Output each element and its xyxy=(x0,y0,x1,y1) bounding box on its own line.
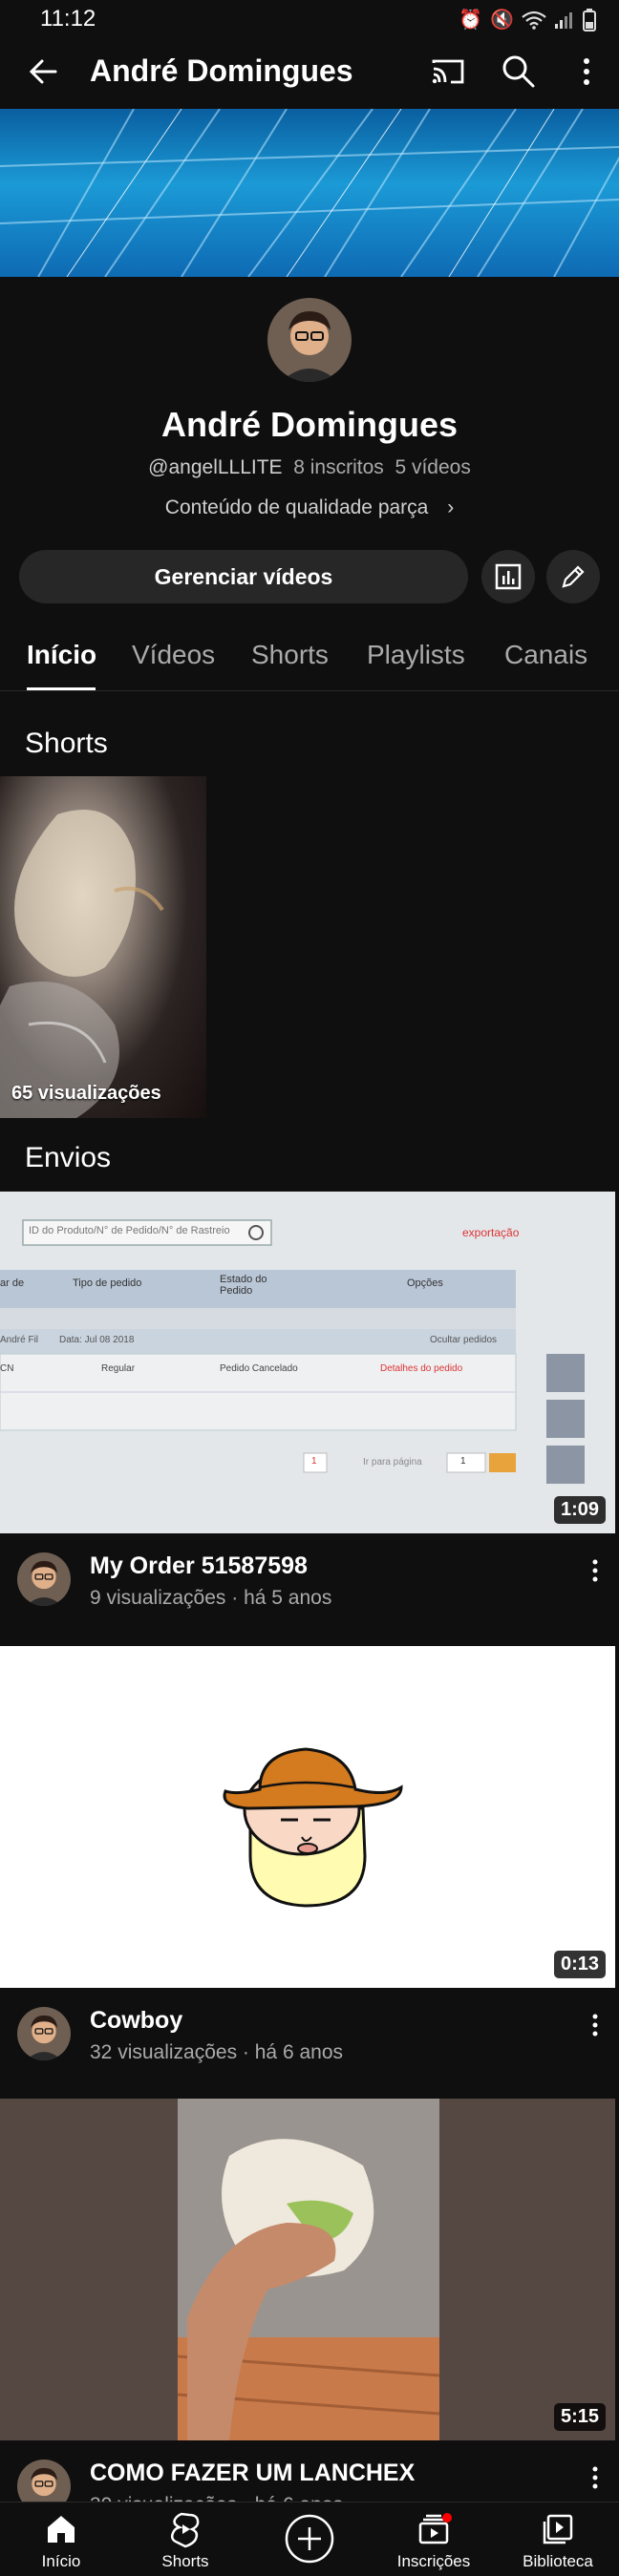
nav-biblioteca[interactable]: Biblioteca xyxy=(501,2502,615,2576)
video-channel-avatar[interactable] xyxy=(17,2007,71,2060)
app-bar: André Domingues xyxy=(0,38,619,107)
thumb1-col-left: ar de xyxy=(0,1277,25,1289)
video-duration: 1:09 xyxy=(553,1496,606,1524)
bottom-navigation: Início Shorts Inscrições Biblioteca xyxy=(0,2502,619,2576)
thumb1-page-input: 1 xyxy=(460,1456,466,1467)
cast-icon[interactable] xyxy=(428,52,468,92)
video-duration: 5:15 xyxy=(553,2403,606,2431)
short-views: 65 visualizações xyxy=(11,1083,161,1104)
alarm-icon: ⏰ xyxy=(459,10,483,31)
video-more-icon[interactable] xyxy=(587,1556,604,1585)
thumb1-col-options: Opções xyxy=(407,1277,443,1289)
video-thumbnail-3[interactable]: 5:15 xyxy=(0,2099,615,2440)
nav-label: Biblioteca xyxy=(523,2552,593,2570)
nav-label: Shorts xyxy=(161,2552,209,2570)
video-thumbnail-1[interactable]: ID do Produto/N° de Pedido/N° de Rastrei… xyxy=(0,1192,615,1533)
video-subtitle: 9 visualizações · há 5 anos xyxy=(90,1587,332,1609)
home-icon xyxy=(48,2516,75,2543)
tab-inicio[interactable]: Início xyxy=(27,640,96,670)
thumb1-export-text: exportação xyxy=(462,1226,520,1239)
status-icons: ⏰ 🔇 xyxy=(459,8,596,32)
thumb1-cell-cancel: Pedido Cancelado xyxy=(220,1363,298,1374)
thumb1-search-text: ID do Produto/N° de Pedido/N° de Rastrei… xyxy=(29,1225,230,1236)
nav-label: Inscrições xyxy=(396,2552,471,2570)
nav-inicio[interactable]: Início xyxy=(4,2502,118,2576)
analytics-button[interactable] xyxy=(481,550,535,603)
video-thumbnail-1-image xyxy=(0,1192,615,1533)
video-title[interactable]: My Order 51587598 xyxy=(90,1552,308,1580)
active-tab-indicator xyxy=(27,687,96,690)
chevron-right-icon: › xyxy=(447,496,455,518)
subscriptions-icon xyxy=(418,2513,452,2544)
tab-videos[interactable]: Vídeos xyxy=(132,640,215,670)
shorts-icon xyxy=(170,2512,200,2548)
tab-playlists[interactable]: Playlists xyxy=(367,640,465,670)
video-more-icon[interactable] xyxy=(587,2463,604,2492)
video-info-1[interactable]: My Order 51587598 9 visualizações · há 5… xyxy=(0,1543,619,1629)
mute-icon: 🔇 xyxy=(490,10,514,31)
thumb1-col-type: Tipo de pedido xyxy=(73,1277,142,1289)
channel-stats: @angelLLLITE 8 inscritos 5 vídeos xyxy=(0,456,619,479)
short-thumbnail-image xyxy=(0,810,164,1118)
video-count: 5 vídeos xyxy=(395,456,471,478)
analytics-icon xyxy=(495,563,522,590)
page-title: André Domingues xyxy=(90,53,353,88)
video-subtitle: 32 visualizações · há 6 anos xyxy=(90,2041,343,2063)
thumb1-goto: Ir para página xyxy=(363,1457,422,1467)
status-bar: 11:12 ⏰ 🔇 xyxy=(0,0,619,38)
nav-inscricoes[interactable]: Inscrições xyxy=(376,2502,491,2576)
channel-tabs: Início Vídeos Shorts Playlists Canais xyxy=(0,634,619,691)
video-title[interactable]: Cowboy xyxy=(90,2007,182,2035)
library-icon xyxy=(543,2514,573,2544)
thumb1-cell-details: Detalhes do pedido xyxy=(380,1363,463,1374)
shorts-section-title: Shorts xyxy=(25,728,108,759)
video-thumbnail-2-image xyxy=(0,1646,615,1988)
wifi-icon xyxy=(522,11,546,30)
manage-videos-label: Gerenciar vídeos xyxy=(154,563,333,589)
tab-shorts[interactable]: Shorts xyxy=(251,640,329,670)
back-arrow-icon[interactable] xyxy=(23,52,63,92)
video-duration: 0:13 xyxy=(553,1951,606,1978)
banner-pattern xyxy=(0,109,619,277)
signal-icon xyxy=(555,11,572,29)
nav-label: Início xyxy=(41,2552,81,2570)
video-info-2[interactable]: Cowboy 32 visualizações · há 6 anos xyxy=(0,1997,619,2083)
more-options-icon[interactable] xyxy=(569,52,604,92)
video-more-icon[interactable] xyxy=(587,2011,604,2039)
thumb1-cell-regular: Regular xyxy=(101,1363,136,1374)
battery-icon xyxy=(583,8,596,32)
create-icon xyxy=(285,2514,334,2564)
subscriber-count: 8 inscritos xyxy=(293,456,384,478)
channel-name: André Domingues xyxy=(160,405,459,444)
channel-description-text: Conteúdo de qualidade parça xyxy=(164,496,429,518)
video-thumbnail-2[interactable]: 0:13 xyxy=(0,1646,615,1988)
nav-create[interactable] xyxy=(252,2502,367,2576)
channel-banner xyxy=(0,109,619,277)
edit-channel-button[interactable] xyxy=(546,550,600,603)
thumb1-col-state: Estado do Pedido xyxy=(220,1274,267,1297)
channel-description[interactable]: Conteúdo de qualidade parça › xyxy=(0,496,619,519)
thumb1-row-date: Data: Jul 08 2018 xyxy=(59,1335,135,1345)
thumb1-row-name: André Fil xyxy=(0,1335,39,1345)
short-thumbnail[interactable]: 65 visualizações xyxy=(0,776,206,1118)
video-title[interactable]: COMO FAZER UM LANCHEX xyxy=(90,2460,415,2487)
status-time: 11:12 xyxy=(40,6,96,32)
manage-videos-button[interactable]: Gerenciar vídeos xyxy=(19,550,468,603)
channel-avatar[interactable] xyxy=(267,298,352,382)
channel-handle: @angelLLLITE xyxy=(148,456,283,478)
thumb1-page: 1 xyxy=(311,1456,317,1467)
pencil-icon xyxy=(562,565,585,588)
tab-canais[interactable]: Canais xyxy=(504,640,587,670)
uploads-section-title: Envios xyxy=(25,1142,112,1173)
video-thumbnail-3-image xyxy=(0,2099,615,2440)
thumb1-cell-cn: CN xyxy=(0,1363,14,1374)
search-icon[interactable] xyxy=(499,52,539,92)
video-channel-avatar[interactable] xyxy=(17,1552,71,1606)
nav-shorts[interactable]: Shorts xyxy=(128,2502,243,2576)
thumb1-hide-text: Ocultar pedidos xyxy=(430,1335,498,1345)
